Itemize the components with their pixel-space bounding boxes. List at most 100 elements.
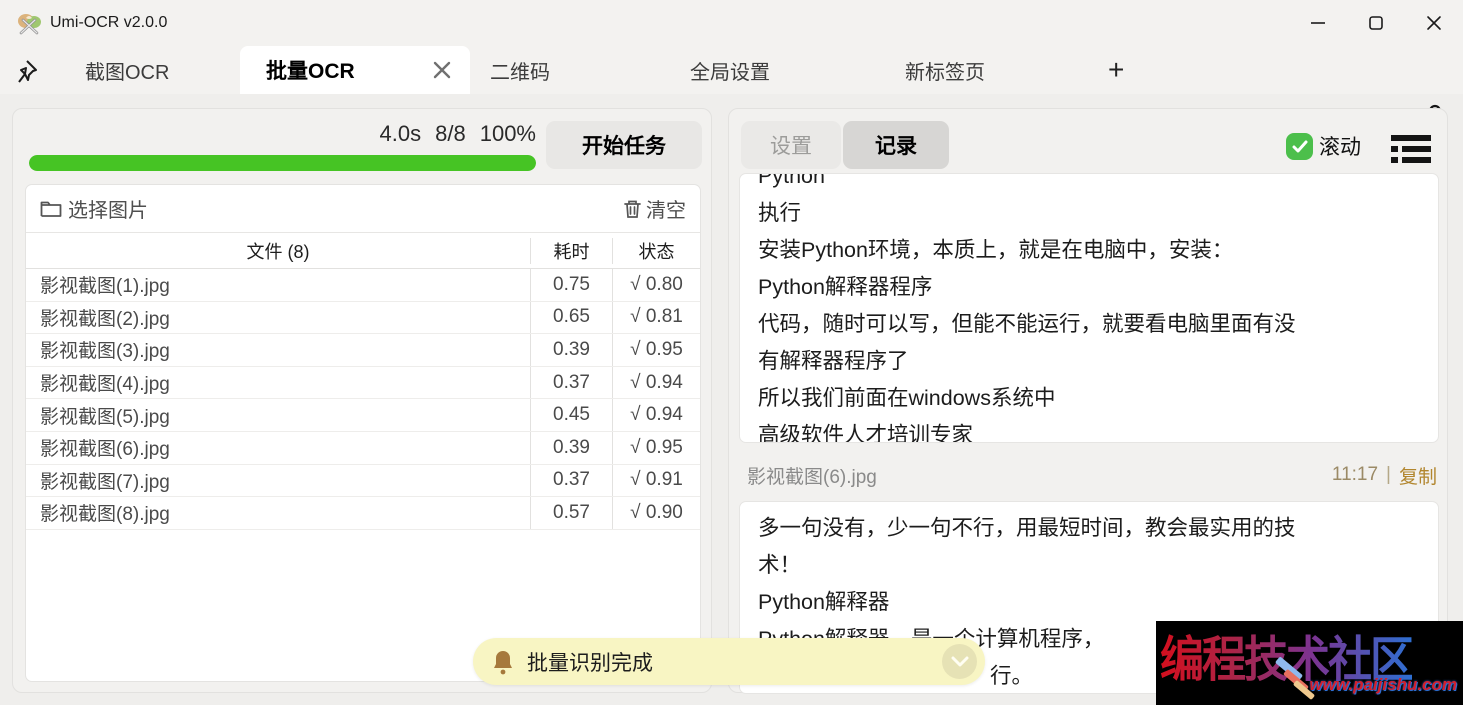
cell-time: 0.39: [530, 334, 612, 366]
table-row[interactable]: 影视截图(1).jpg 0.75 √ 0.80: [26, 269, 700, 302]
ocr-text-line: 术！: [758, 547, 1420, 584]
cell-status: √ 0.95: [612, 334, 700, 366]
maximize-button[interactable]: [1347, 0, 1405, 46]
table-row[interactable]: 影视截图(3).jpg 0.39 √ 0.95: [26, 334, 700, 367]
ocr-text-line: Python: [758, 173, 1420, 195]
tab-global-settings[interactable]: 全局设置: [690, 46, 770, 94]
window-controls: [1289, 0, 1463, 46]
select-images-button[interactable]: 选择图片: [40, 194, 148, 223]
ocr-text-line: Python解释器程序: [758, 269, 1420, 306]
table-row[interactable]: 影视截图(6).jpg 0.39 √ 0.95: [26, 432, 700, 465]
bell-icon: [491, 649, 515, 675]
start-task-button[interactable]: 开始任务: [546, 121, 702, 169]
checkbox-checked-icon: [1286, 133, 1313, 160]
cell-time: 0.37: [530, 465, 612, 497]
cell-time: 0.57: [530, 497, 612, 529]
tab-settings[interactable]: 设置: [741, 121, 841, 169]
collapse-notification-button[interactable]: [942, 644, 977, 679]
close-icon: [1426, 15, 1442, 31]
record-header: 影视截图(6).jpg 11:17 | 复制: [739, 455, 1439, 495]
scroll-toggle[interactable]: 滚动: [1286, 131, 1361, 161]
table-row[interactable]: 影视截图(7).jpg 0.37 √ 0.91: [26, 465, 700, 498]
folder-icon: [40, 200, 62, 218]
records-panel: 设置 记录 滚动 Python 执行 安装Python环境，本质上，就是在电脑中…: [728, 108, 1448, 693]
window-title: Umi-OCR v2.0.0: [50, 14, 167, 32]
cell-file: 影视截图(3).jpg: [26, 336, 530, 363]
ocr-text-line: 所以我们前面在windows系统中: [758, 380, 1420, 417]
ocr-text-line: 代码，随时可以写，但能不能运行，就要看电脑里面有没: [758, 306, 1420, 343]
clear-label: 清空: [646, 194, 686, 223]
batch-ocr-panel: 4.0s 8/8 100% 开始任务 选择图片 清空: [12, 108, 712, 693]
pin-button[interactable]: [14, 56, 44, 86]
close-tab-button[interactable]: [432, 60, 452, 80]
cell-file: 影视截图(2).jpg: [26, 304, 530, 331]
app-icon: [16, 10, 42, 36]
cell-file: 影视截图(4).jpg: [26, 369, 530, 396]
tab-qrcode[interactable]: 二维码: [490, 46, 550, 94]
close-tab-icon: [432, 60, 452, 80]
cell-status: √ 0.81: [612, 302, 700, 334]
cell-status: √ 0.94: [612, 399, 700, 431]
header-status: 状态: [612, 238, 700, 264]
list-menu-button[interactable]: [1387, 133, 1433, 165]
trash-icon: [623, 199, 642, 219]
notification-bar: 批量识别完成: [473, 638, 985, 685]
cell-time: 0.65: [530, 302, 612, 334]
record-text-block: Python 执行 安装Python环境，本质上，就是在电脑中，安装： Pyth…: [739, 173, 1439, 443]
scroll-label: 滚动: [1319, 131, 1361, 161]
tab-label: 截图OCR: [85, 56, 169, 85]
file-toolbar: 选择图片 清空: [26, 185, 700, 233]
tab-new-page[interactable]: 新标签页: [905, 46, 985, 94]
tab-records[interactable]: 记录: [843, 121, 949, 169]
progress-bar-fill: [29, 155, 536, 171]
new-tab-button[interactable]: +: [1108, 46, 1124, 94]
cell-time: 0.45: [530, 399, 612, 431]
titlebar: Umi-OCR v2.0.0: [0, 0, 1463, 46]
tab-label: 二维码: [490, 56, 550, 85]
list-menu-icon: [1387, 133, 1433, 165]
header-file: 文件 (8): [26, 238, 530, 264]
cell-file: 影视截图(7).jpg: [26, 467, 530, 494]
cell-file: 影视截图(6).jpg: [26, 434, 530, 461]
site-watermark: 编程技术社区 www.paijishu.com: [1156, 621, 1463, 705]
ocr-text-line: 多一句没有，少一句不行，用最短时间，教会最实用的技: [758, 510, 1420, 547]
close-button[interactable]: [1405, 0, 1463, 46]
ocr-text-line: 有解释器程序了: [758, 343, 1420, 380]
cell-file: 影视截图(8).jpg: [26, 499, 530, 526]
clear-button[interactable]: 清空: [623, 194, 686, 223]
record-filename: 影视截图(6).jpg: [747, 462, 877, 489]
watermark-url: www.paijishu.com: [1309, 675, 1457, 695]
table-row[interactable]: 影视截图(4).jpg 0.37 √ 0.94: [26, 367, 700, 400]
notification-text: 批量识别完成: [527, 647, 653, 677]
progress-count: 8/8: [435, 121, 466, 147]
minimize-button[interactable]: [1289, 0, 1347, 46]
cell-time: 0.37: [530, 367, 612, 399]
ocr-text-line: 安装Python环境，本质上，就是在电脑中，安装：: [758, 232, 1420, 269]
cell-file: 影视截图(5).jpg: [26, 402, 530, 429]
table-row[interactable]: 影视截图(2).jpg 0.65 √ 0.81: [26, 302, 700, 335]
tab-label: 新标签页: [905, 56, 985, 85]
table-row[interactable]: 影视截图(8).jpg 0.57 √ 0.90: [26, 497, 700, 530]
tab-screenshot-ocr[interactable]: 截图OCR: [85, 46, 169, 94]
plus-icon: +: [1108, 54, 1124, 86]
table-row[interactable]: 影视截图(5).jpg 0.45 √ 0.94: [26, 399, 700, 432]
umi-ocr-window: Umi-OCR v2.0.0 截图OCR 批量OCR: [0, 0, 1463, 705]
minimize-icon: [1310, 15, 1326, 31]
select-images-label: 选择图片: [68, 194, 148, 223]
cell-status: √ 0.80: [612, 269, 700, 301]
cell-status: √ 0.94: [612, 367, 700, 399]
tab-batch-ocr[interactable]: 批量OCR: [240, 46, 470, 94]
ocr-text-line: 执行: [758, 195, 1420, 232]
chevron-down-icon: [951, 656, 969, 668]
record-time: 11:17: [1332, 464, 1378, 486]
tabbar: 截图OCR 批量OCR 二维码 全局设置 新标签页 +: [0, 46, 1463, 94]
copy-link[interactable]: 复制: [1399, 462, 1437, 489]
cell-status: √ 0.91: [612, 465, 700, 497]
progress-bar: [29, 155, 536, 171]
file-list-card: 选择图片 清空 文件 (8) 耗时 状态 影视截图(1).jpg 0.75 √ …: [25, 184, 701, 682]
pushpin-icon: [14, 56, 44, 86]
ocr-text-line: 高级软件人才培训专家: [758, 417, 1420, 443]
progress-percent: 100%: [480, 121, 536, 147]
cell-file: 影视截图(1).jpg: [26, 271, 530, 298]
ocr-text-line: Python解释器: [758, 584, 1420, 621]
